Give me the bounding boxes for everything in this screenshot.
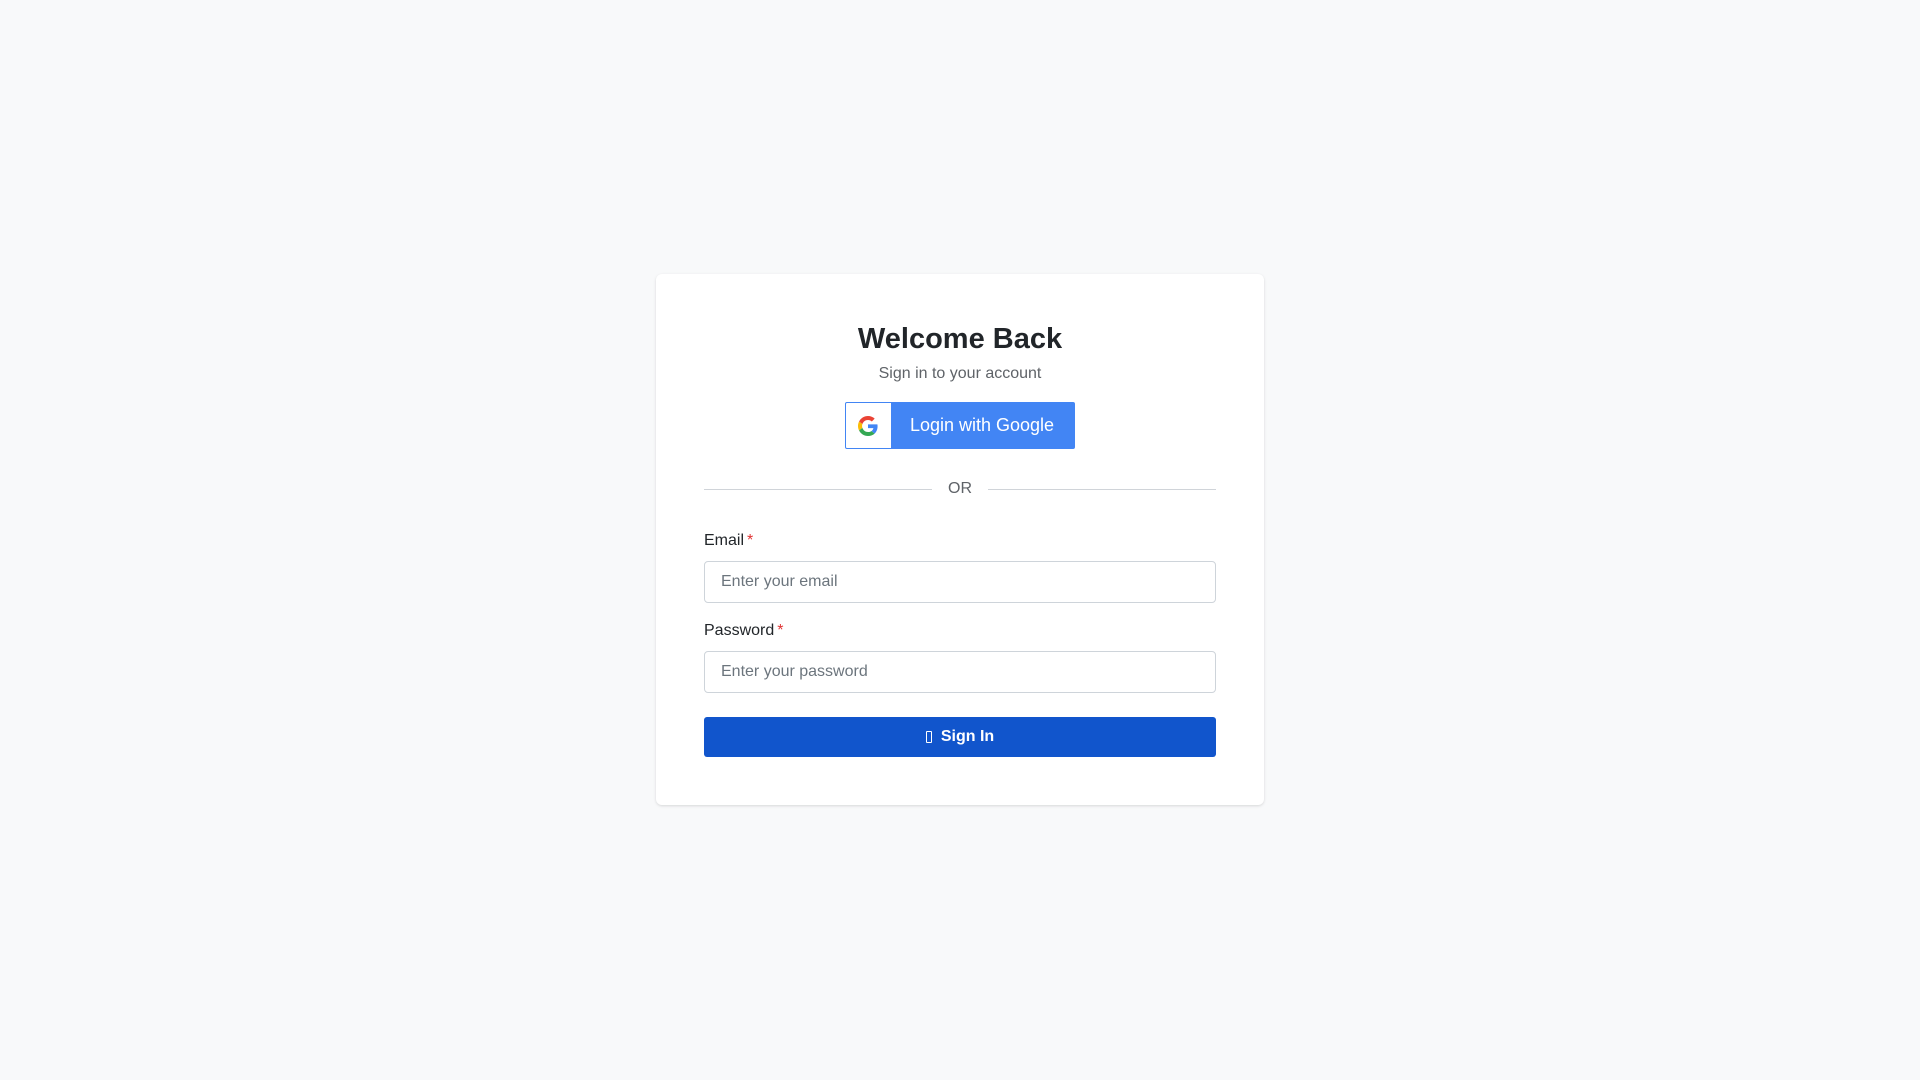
sign-in-icon	[925, 731, 932, 743]
google-login-button[interactable]: Login with Google	[844, 402, 1076, 449]
email-required-mark: *	[747, 532, 754, 549]
email-label: Email *	[704, 531, 1216, 551]
google-login-label: Login with Google	[909, 415, 1055, 435]
google-g-icon	[845, 403, 891, 448]
divider-line-right	[988, 488, 1216, 490]
login-card: Welcome Back Sign in to your account Log…	[656, 274, 1264, 805]
password-label-text: Password	[704, 622, 775, 639]
page-subtitle: Sign in to your account	[878, 365, 1042, 382]
password-input[interactable]	[704, 651, 1216, 693]
password-label: Password *	[704, 621, 1216, 641]
sign-in-label: Sign In	[940, 728, 995, 745]
email-input[interactable]	[704, 561, 1216, 603]
divider-line-left	[704, 488, 932, 490]
page-title: Welcome Back	[857, 323, 1063, 355]
sign-in-button[interactable]: Sign In	[704, 717, 1216, 757]
email-label-text: Email	[704, 532, 745, 549]
or-divider: OR	[704, 479, 1216, 499]
password-required-mark: *	[777, 622, 784, 639]
divider-text: OR	[948, 480, 972, 497]
google-login-wrapper: Login with Google	[704, 402, 1216, 449]
